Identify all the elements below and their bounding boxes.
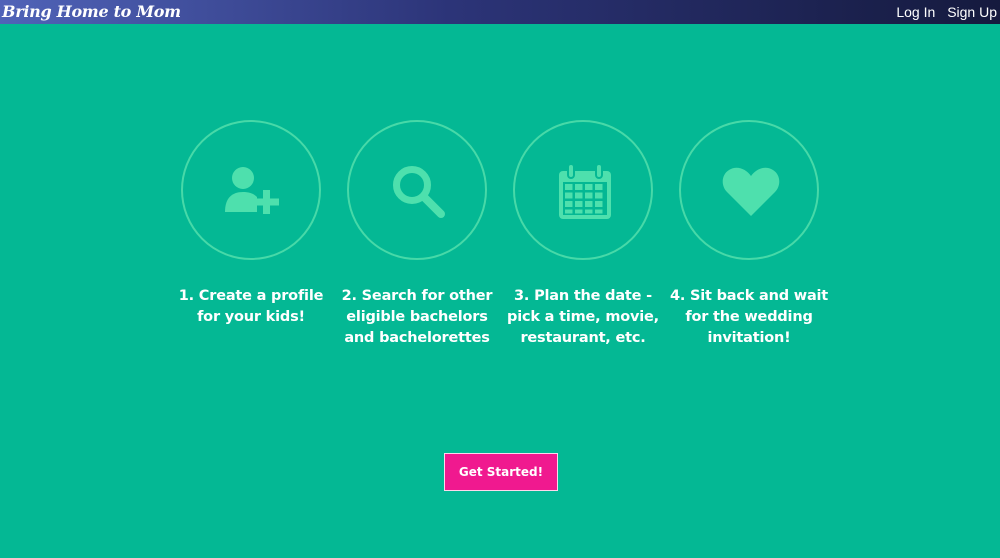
- step-caption: 1. Create a profile for your kids!: [178, 288, 324, 325]
- step-caption: 4. Sit back and wait for the wedding inv…: [669, 288, 829, 346]
- search-icon: [393, 166, 445, 218]
- step-caption: 3. Plan the date - pick a time, movie, r…: [507, 288, 659, 346]
- auth-nav: Log In Sign Up: [888, 4, 997, 20]
- step-circle: [347, 120, 487, 260]
- step-caption: 2. Search for other eligible bachelors a…: [341, 288, 493, 346]
- steps-section: 1. Create a profile for your kids! 2. Se…: [170, 120, 830, 360]
- login-link[interactable]: Log In: [896, 4, 935, 20]
- add-user-icon: [225, 167, 279, 214]
- top-navbar: Bring Home to Mom Log In Sign Up: [0, 0, 1000, 24]
- get-started-button[interactable]: Get Started!: [444, 453, 558, 491]
- calendar-icon: [559, 163, 611, 219]
- brand-logo[interactable]: Bring Home to Mom: [2, 2, 181, 21]
- heart-icon: [722, 167, 780, 216]
- step-circle: [181, 120, 321, 260]
- signup-link[interactable]: Sign Up: [947, 4, 997, 20]
- step-circle: [513, 120, 653, 260]
- step-circle: [679, 120, 819, 260]
